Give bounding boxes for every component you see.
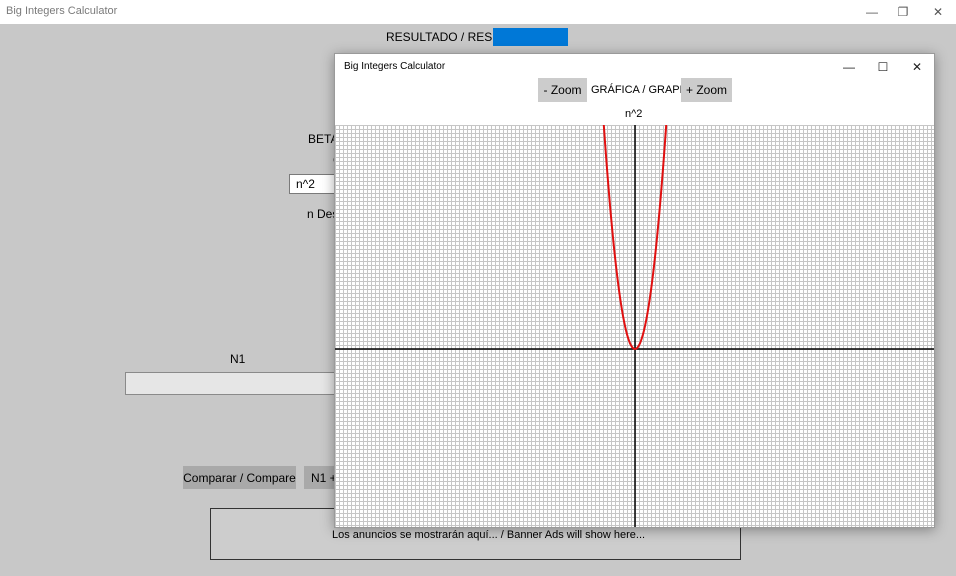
compare-button[interactable]: Comparar / Compare [183,466,296,489]
restore-button[interactable]: ❐ [886,0,920,24]
function-label: n^2 [625,108,643,120]
graph-window: Big Integers Calculator — ☐ ✕ - Zoom GRÁ… [334,53,935,528]
result-output[interactable] [493,28,568,46]
graph-title: GRÁFICA / GRAPH [591,84,688,96]
graph-close-button[interactable]: ✕ [900,55,934,79]
main-title-bar: Big Integers Calculator — ❐ ✕ [0,0,956,24]
zoom-in-button[interactable]: + Zoom [681,78,732,102]
minimize-button[interactable]: — [855,0,889,24]
banner-ad-text: Los anuncios se mostrarán aquí... / Bann… [332,529,646,541]
zoom-out-button[interactable]: - Zoom [538,78,587,102]
n1-label: N1 [230,352,246,366]
graph-svg [335,125,934,527]
graph-window-title-bar: Big Integers Calculator — ☐ ✕ [335,54,934,78]
n1-input[interactable] [125,372,350,395]
graph-plot-area[interactable] [335,125,934,527]
graph-minimize-button[interactable]: — [832,55,866,79]
close-button[interactable]: ✕ [921,0,955,24]
graph-maximize-button[interactable]: ☐ [866,55,900,79]
main-window-title: Big Integers Calculator [6,5,118,17]
graph-window-title: Big Integers Calculator [344,61,446,72]
